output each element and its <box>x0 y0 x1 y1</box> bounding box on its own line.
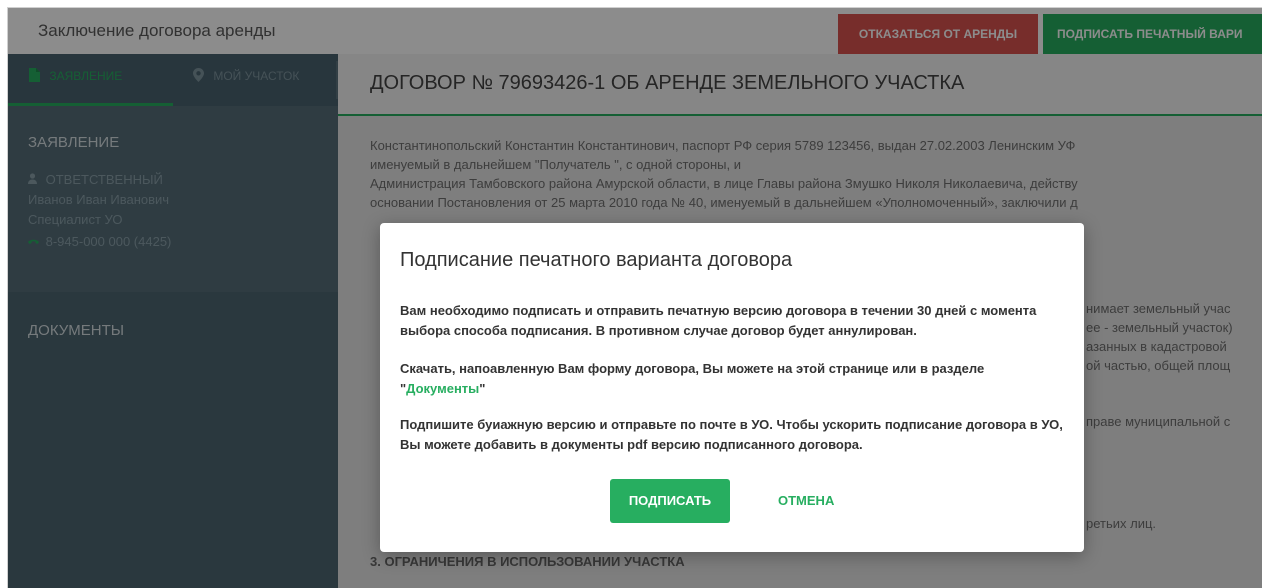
download-text-end: " <box>479 381 486 396</box>
dialog-paragraph-deadline: Вам необходимо подписать и отправить печ… <box>400 303 1037 338</box>
dialog-paragraph-mail: Подпишите буиажную версию и отправьте по… <box>400 417 1063 452</box>
sign-print-dialog: Подписание печатного варианта договора В… <box>380 223 1084 552</box>
download-text: Скачать, напоавленную Вам форму договора… <box>400 361 985 396</box>
app-window: Заключение договора аренды ОТКАЗАТЬСЯ ОТ… <box>7 7 1262 588</box>
dialog-title: Подписание печатного варианта договора <box>400 249 793 271</box>
sign-button[interactable]: ПОДПИСАТЬ <box>610 479 730 523</box>
cancel-button[interactable]: ОТМЕНА <box>778 493 834 508</box>
documents-link[interactable]: Документы <box>406 381 479 396</box>
dialog-paragraph-download: Скачать, напоавленную Вам форму договора… <box>400 359 1070 399</box>
